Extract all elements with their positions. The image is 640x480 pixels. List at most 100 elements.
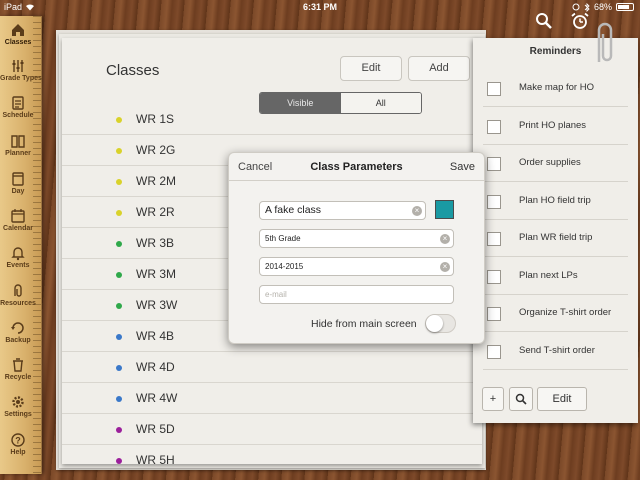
email-input[interactable] [265, 290, 425, 299]
class-row[interactable]: WR 5H [62, 445, 482, 464]
clear-icon[interactable]: × [412, 206, 422, 216]
reminder-checkbox[interactable] [487, 82, 501, 96]
save-button[interactable]: Save [450, 161, 475, 173]
nav-label: Settings [4, 411, 32, 418]
battery-percent: 68% [593, 2, 612, 12]
nav-item-resources[interactable]: Resources [0, 283, 36, 307]
nav-item-classes[interactable]: Classes [0, 22, 36, 46]
reminders-panel: Reminders Make map for HO Print HO planes… [473, 38, 638, 423]
class-name: WR 1S [136, 112, 175, 126]
class-name: WR 4D [136, 360, 175, 374]
class-name: WR 4W [136, 391, 178, 405]
reminder-item[interactable]: Print HO planes [483, 108, 628, 145]
page-title: Classes [106, 62, 160, 79]
reminder-checkbox[interactable] [487, 119, 501, 134]
reminder-checkbox[interactable] [487, 269, 501, 284]
nav-item-day[interactable]: Day [0, 171, 36, 195]
class-color-dot [116, 427, 122, 433]
class-color-dot [116, 272, 122, 278]
reminder-item[interactable]: Plan WR field trip [483, 220, 628, 257]
search-icon [515, 393, 527, 405]
class-name: WR 3W [136, 298, 178, 312]
school-year-field[interactable]: × [259, 257, 454, 276]
hide-from-main-toggle[interactable] [425, 314, 456, 333]
backup-icon [11, 322, 24, 334]
reminder-text: Plan HO field trip [519, 194, 591, 206]
nav-label: Help [10, 449, 26, 456]
bluetooth-icon [584, 2, 590, 12]
school-year-input[interactable] [265, 262, 425, 271]
clear-icon[interactable]: × [440, 234, 450, 244]
add-button[interactable]: Add [408, 56, 470, 81]
reminder-text: Send T-shirt order [519, 344, 595, 356]
nav-item-schedule[interactable]: Schedule [0, 95, 36, 119]
class-color-dot [116, 241, 122, 247]
email-field[interactable] [259, 285, 454, 304]
nav-label: Calendar [3, 225, 33, 232]
nav-item-calendar[interactable]: Calendar [0, 208, 36, 232]
reminder-checkbox[interactable] [487, 232, 501, 246]
lock-rotation-icon [572, 3, 580, 11]
reminder-item[interactable]: Plan next LPs [483, 258, 628, 295]
reminder-checkbox[interactable] [487, 344, 501, 359]
class-name: WR 5D [136, 422, 175, 436]
bell-icon [11, 247, 25, 261]
dialog-header: Cancel Class Parameters Save [229, 153, 484, 181]
clear-icon[interactable]: × [440, 262, 450, 272]
nav-label: Events [6, 262, 30, 269]
class-row[interactable]: WR 5D [62, 414, 482, 445]
grade-field[interactable]: × [259, 229, 454, 248]
alarm-clock-icon[interactable] [570, 12, 590, 30]
nav-label: Schedule [2, 112, 34, 119]
reminder-text: Plan WR field trip [519, 232, 593, 243]
grade-input[interactable] [265, 234, 425, 243]
class-name-input[interactable] [265, 204, 401, 216]
class-name: WR 2R [136, 205, 175, 219]
battery-icon [616, 3, 634, 11]
nav-item-recycle[interactable]: Recycle [0, 357, 36, 381]
edit-button[interactable]: Edit [340, 56, 402, 81]
class-row[interactable]: WR 1S [62, 104, 482, 135]
class-name: WR 4B [136, 329, 175, 343]
calendar-icon [11, 209, 25, 223]
class-name: WR 2G [136, 143, 176, 157]
reminder-item[interactable]: Order supplies [483, 145, 628, 182]
search-reminders-button[interactable] [509, 387, 533, 411]
nav-label: Resources [0, 300, 36, 307]
nav-item-grade-types[interactable]: Grade Types [0, 58, 42, 82]
class-parameters-dialog: Cancel Class Parameters Save × × × Hide … [228, 152, 485, 344]
class-color-swatch[interactable] [435, 200, 454, 219]
reminder-checkbox[interactable] [487, 157, 501, 171]
class-name-field[interactable]: × [259, 201, 426, 220]
nav-item-events[interactable]: Events [0, 245, 36, 269]
dialog-title: Class Parameters [310, 161, 403, 173]
reminder-item[interactable]: Plan HO field trip [483, 183, 628, 220]
reminder-text: Order supplies [519, 157, 581, 168]
reminder-item[interactable]: Make map for HO [483, 70, 628, 107]
nav-item-settings[interactable]: Settings [0, 394, 36, 418]
nav-label: Day [11, 188, 25, 195]
reminder-item[interactable]: Send T-shirt order [483, 333, 628, 370]
nav-item-help[interactable]: ? Help [0, 432, 36, 456]
help-icon: ? [11, 433, 25, 447]
sliders-icon [12, 60, 24, 72]
edit-reminders-button[interactable]: Edit [537, 387, 587, 411]
class-name: WR 2M [136, 174, 176, 188]
class-row[interactable]: WR 4D [62, 352, 482, 383]
nav-item-planner[interactable]: Planner [0, 133, 36, 157]
reminder-item[interactable]: Organize T-shirt order [483, 295, 628, 332]
class-color-dot [116, 117, 122, 123]
reminder-checkbox[interactable] [487, 194, 501, 209]
class-color-dot [116, 303, 122, 309]
add-reminder-button[interactable]: + [482, 387, 504, 411]
reminder-text: Organize T-shirt order [519, 307, 612, 318]
class-color-dot [116, 179, 122, 185]
class-color-dot [116, 148, 122, 154]
nav-label: Backup [5, 337, 31, 344]
search-icon[interactable] [535, 12, 553, 30]
paperclip-icon [597, 22, 613, 62]
class-row[interactable]: WR 4W [62, 383, 482, 414]
reminder-text: Print HO planes [519, 119, 587, 131]
nav-item-backup[interactable]: Backup [0, 320, 36, 344]
reminder-checkbox[interactable] [487, 307, 501, 321]
